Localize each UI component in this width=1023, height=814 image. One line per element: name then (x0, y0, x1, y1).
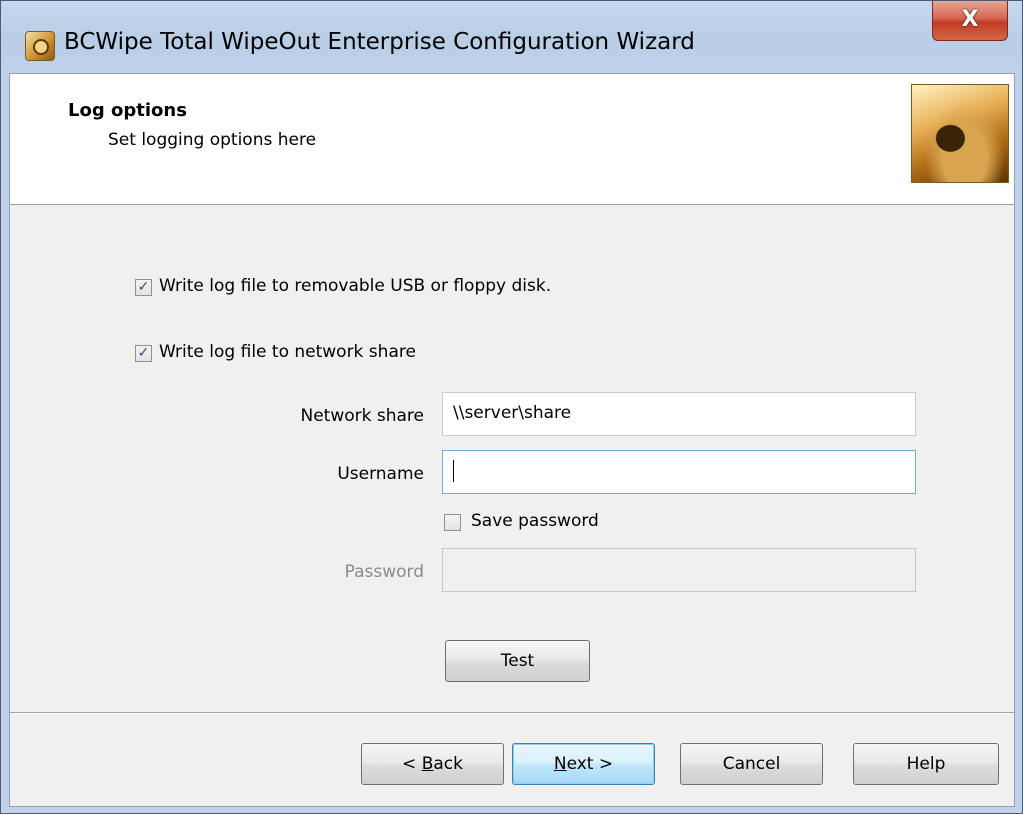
header-image (911, 84, 1009, 183)
username-input[interactable] (442, 450, 916, 494)
next-mnemonic: N (553, 754, 567, 774)
text-caret (453, 460, 454, 482)
network-share-input[interactable]: \\server\share (442, 392, 916, 436)
footer-separator (10, 712, 1014, 714)
help-button[interactable]: Help (853, 743, 999, 785)
close-button[interactable]: X (932, 1, 1008, 41)
app-icon (25, 31, 55, 61)
username-label: Username (337, 464, 424, 484)
back-mnemonic: B (421, 754, 434, 774)
save-password-label[interactable]: Save password (471, 511, 599, 531)
network-log-checkbox[interactable] (135, 345, 152, 362)
window-title: BCWipe Total WipeOut Enterprise Configur… (64, 29, 695, 55)
wizard-window: BCWipe Total WipeOut Enterprise Configur… (0, 0, 1023, 814)
back-rest: ack (433, 754, 463, 774)
password-label: Password (344, 562, 424, 582)
cancel-button[interactable]: Cancel (680, 743, 823, 785)
next-rest: ext > (566, 754, 614, 774)
usb-log-checkbox[interactable] (135, 279, 152, 296)
network-log-label[interactable]: Write log file to network share (159, 342, 416, 362)
back-button[interactable]: < Back (361, 743, 504, 785)
usb-log-label[interactable]: Write log file to removable USB or flopp… (159, 276, 551, 296)
next-button[interactable]: Next > (512, 743, 655, 785)
network-share-label: Network share (300, 406, 424, 426)
test-button[interactable]: Test (445, 640, 590, 682)
wizard-header: Log options Set logging options here (10, 74, 1014, 205)
page-title: Log options (68, 100, 187, 121)
password-input (442, 548, 916, 592)
page-subtitle: Set logging options here (108, 130, 317, 150)
save-password-checkbox[interactable] (444, 514, 461, 531)
wizard-content: Log options Set logging options here Wri… (9, 73, 1015, 807)
title-bar: BCWipe Total WipeOut Enterprise Configur… (1, 1, 1022, 73)
back-prefix: < (402, 754, 422, 774)
